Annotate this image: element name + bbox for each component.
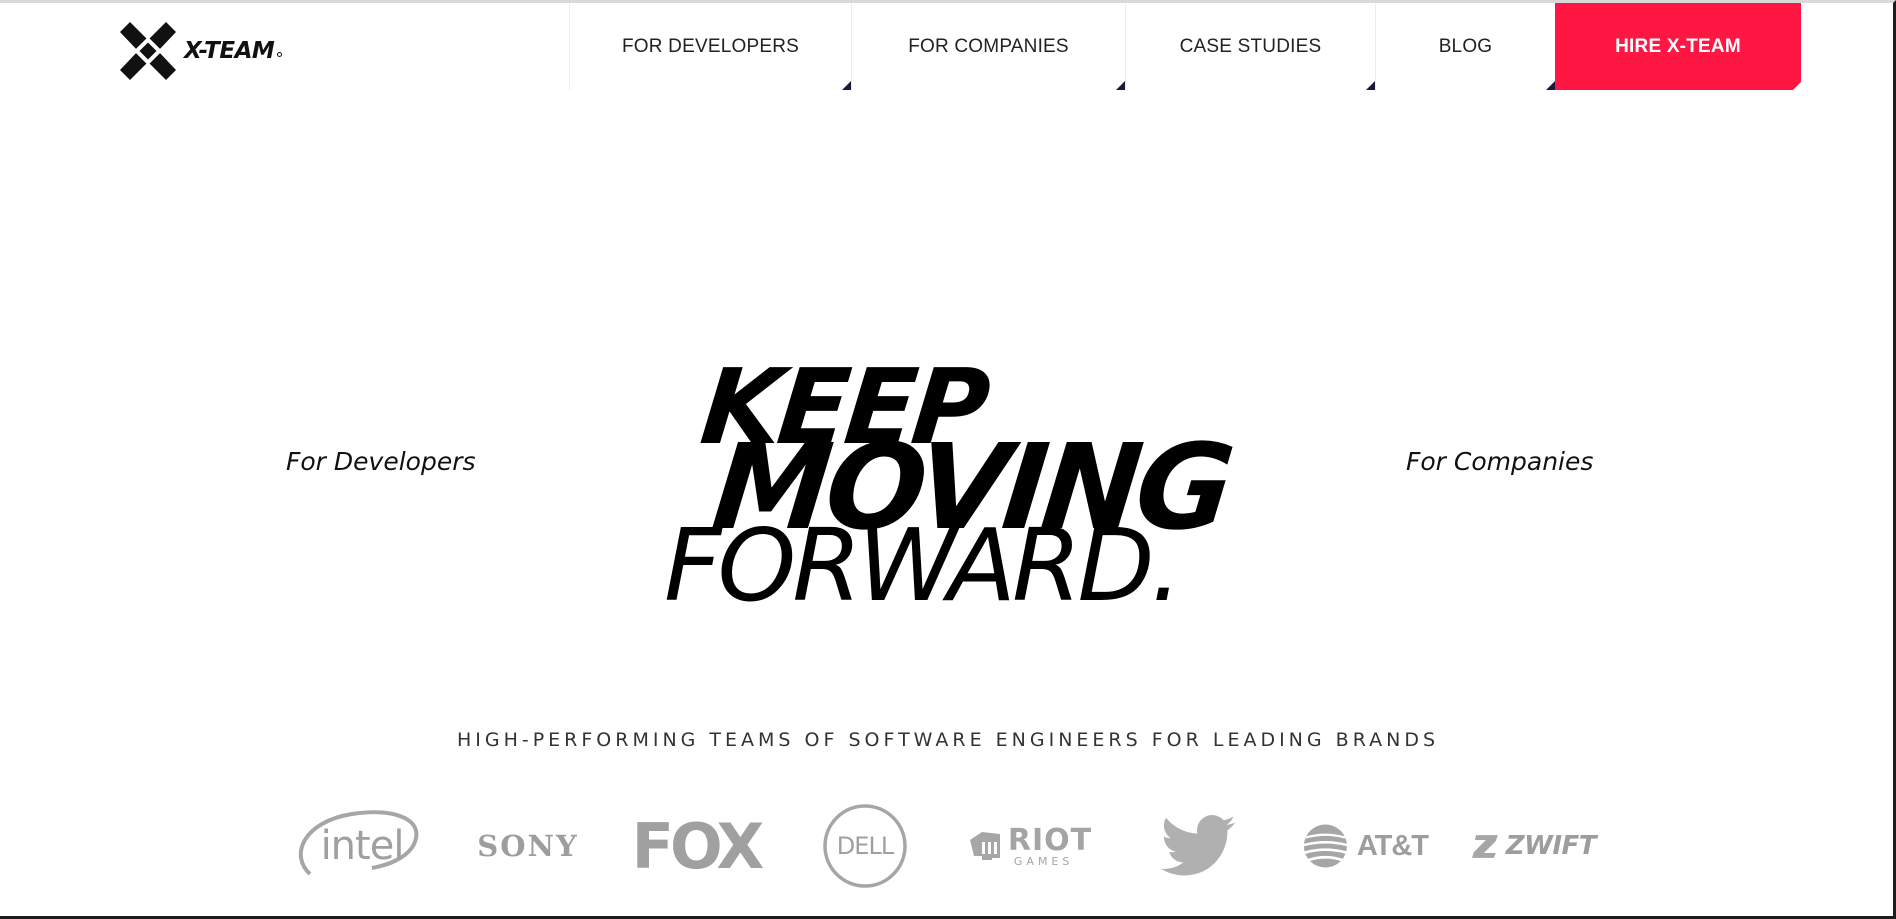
fox-wordmark: FOX xyxy=(631,809,765,883)
intel-logo: intel xyxy=(296,798,428,894)
riot-fist-icon xyxy=(969,832,1000,860)
dell-logo: DELL xyxy=(820,798,910,894)
headline-forward: FORWARD. xyxy=(664,507,1182,624)
riot-games-logo: RIOT GAMES xyxy=(968,798,1092,894)
page: X-TEAM FOR DEVELOPERS FOR COMPANIES CASE… xyxy=(0,0,1896,919)
sony-wordmark: SONY xyxy=(477,829,579,863)
att-wordmark: AT&T xyxy=(1356,829,1429,862)
hero-headline: KEEP MOVING FORWARD. xyxy=(0,3,1893,643)
zwift-z-icon xyxy=(1472,835,1498,858)
twitter-logo xyxy=(1160,798,1236,894)
riot-wordmark: RIOT xyxy=(1007,822,1093,858)
twitter-bird-icon xyxy=(1160,815,1236,876)
brands-tagline: HIGH-PERFORMING TEAMS OF SOFTWARE ENGINE… xyxy=(456,729,1440,751)
sony-logo: SONY xyxy=(466,798,590,894)
zwift-wordmark: ZWIFT xyxy=(1505,831,1597,861)
intel-wordmark: intel xyxy=(320,823,405,869)
att-logo: AT&T xyxy=(1302,798,1429,894)
att-globe-icon xyxy=(1303,824,1348,868)
dell-wordmark: DELL xyxy=(836,832,894,860)
fox-logo: FOX xyxy=(631,798,765,894)
zwift-logo: ZWIFT xyxy=(1472,798,1597,894)
brand-logos: intel SONY FOX DELL RIOT GAMES AT&T ZWIF… xyxy=(0,798,1893,894)
riot-games-subtext: GAMES xyxy=(1013,854,1074,868)
